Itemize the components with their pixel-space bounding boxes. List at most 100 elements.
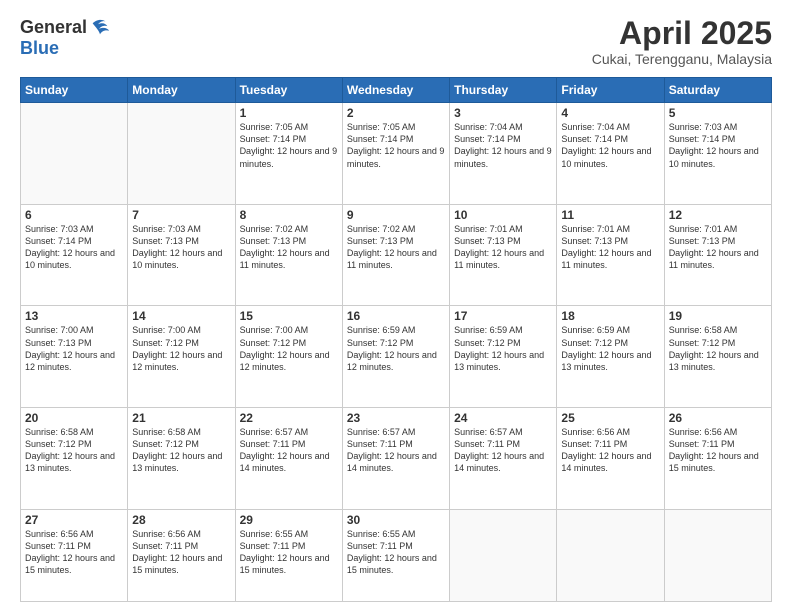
table-row: 27Sunrise: 6:56 AMSunset: 7:11 PMDayligh… [21, 509, 128, 601]
table-row: 28Sunrise: 6:56 AMSunset: 7:11 PMDayligh… [128, 509, 235, 601]
day-number: 10 [454, 208, 552, 222]
day-number: 28 [132, 513, 230, 527]
logo-general-text: General [20, 17, 87, 38]
day-info: Sunrise: 6:55 AMSunset: 7:11 PMDaylight:… [347, 528, 445, 577]
day-info: Sunrise: 6:58 AMSunset: 7:12 PMDaylight:… [25, 426, 123, 475]
table-row: 5Sunrise: 7:03 AMSunset: 7:14 PMDaylight… [664, 103, 771, 205]
day-info: Sunrise: 6:56 AMSunset: 7:11 PMDaylight:… [25, 528, 123, 577]
weekday-header-row: Sunday Monday Tuesday Wednesday Thursday… [21, 78, 772, 103]
day-info: Sunrise: 6:59 AMSunset: 7:12 PMDaylight:… [347, 324, 445, 373]
table-row: 25Sunrise: 6:56 AMSunset: 7:11 PMDayligh… [557, 408, 664, 510]
table-row: 21Sunrise: 6:58 AMSunset: 7:12 PMDayligh… [128, 408, 235, 510]
table-row [557, 509, 664, 601]
table-row: 1Sunrise: 7:05 AMSunset: 7:14 PMDaylight… [235, 103, 342, 205]
table-row: 10Sunrise: 7:01 AMSunset: 7:13 PMDayligh… [450, 204, 557, 306]
day-info: Sunrise: 6:58 AMSunset: 7:12 PMDaylight:… [132, 426, 230, 475]
table-row: 20Sunrise: 6:58 AMSunset: 7:12 PMDayligh… [21, 408, 128, 510]
header-saturday: Saturday [664, 78, 771, 103]
day-info: Sunrise: 6:56 AMSunset: 7:11 PMDaylight:… [132, 528, 230, 577]
day-number: 29 [240, 513, 338, 527]
table-row: 8Sunrise: 7:02 AMSunset: 7:13 PMDaylight… [235, 204, 342, 306]
day-number: 24 [454, 411, 552, 425]
day-info: Sunrise: 7:00 AMSunset: 7:12 PMDaylight:… [132, 324, 230, 373]
day-number: 19 [669, 309, 767, 323]
table-row: 13Sunrise: 7:00 AMSunset: 7:13 PMDayligh… [21, 306, 128, 408]
table-row: 15Sunrise: 7:00 AMSunset: 7:12 PMDayligh… [235, 306, 342, 408]
day-number: 4 [561, 106, 659, 120]
calendar: Sunday Monday Tuesday Wednesday Thursday… [20, 77, 772, 602]
table-row: 24Sunrise: 6:57 AMSunset: 7:11 PMDayligh… [450, 408, 557, 510]
table-row: 19Sunrise: 6:58 AMSunset: 7:12 PMDayligh… [664, 306, 771, 408]
day-info: Sunrise: 7:02 AMSunset: 7:13 PMDaylight:… [240, 223, 338, 272]
day-info: Sunrise: 7:05 AMSunset: 7:14 PMDaylight:… [347, 121, 445, 170]
table-row: 22Sunrise: 6:57 AMSunset: 7:11 PMDayligh… [235, 408, 342, 510]
table-row: 30Sunrise: 6:55 AMSunset: 7:11 PMDayligh… [342, 509, 449, 601]
table-row: 11Sunrise: 7:01 AMSunset: 7:13 PMDayligh… [557, 204, 664, 306]
table-row: 7Sunrise: 7:03 AMSunset: 7:13 PMDaylight… [128, 204, 235, 306]
calendar-week-row: 13Sunrise: 7:00 AMSunset: 7:13 PMDayligh… [21, 306, 772, 408]
day-info: Sunrise: 7:00 AMSunset: 7:13 PMDaylight:… [25, 324, 123, 373]
day-number: 3 [454, 106, 552, 120]
day-info: Sunrise: 6:58 AMSunset: 7:12 PMDaylight:… [669, 324, 767, 373]
day-number: 23 [347, 411, 445, 425]
table-row: 23Sunrise: 6:57 AMSunset: 7:11 PMDayligh… [342, 408, 449, 510]
day-number: 7 [132, 208, 230, 222]
table-row [450, 509, 557, 601]
table-row: 17Sunrise: 6:59 AMSunset: 7:12 PMDayligh… [450, 306, 557, 408]
header-tuesday: Tuesday [235, 78, 342, 103]
table-row: 2Sunrise: 7:05 AMSunset: 7:14 PMDaylight… [342, 103, 449, 205]
day-number: 11 [561, 208, 659, 222]
table-row: 14Sunrise: 7:00 AMSunset: 7:12 PMDayligh… [128, 306, 235, 408]
day-number: 25 [561, 411, 659, 425]
location: Cukai, Terengganu, Malaysia [592, 51, 772, 67]
table-row: 9Sunrise: 7:02 AMSunset: 7:13 PMDaylight… [342, 204, 449, 306]
calendar-week-row: 27Sunrise: 6:56 AMSunset: 7:11 PMDayligh… [21, 509, 772, 601]
day-info: Sunrise: 7:01 AMSunset: 7:13 PMDaylight:… [454, 223, 552, 272]
day-info: Sunrise: 6:57 AMSunset: 7:11 PMDaylight:… [347, 426, 445, 475]
day-number: 9 [347, 208, 445, 222]
day-info: Sunrise: 7:00 AMSunset: 7:12 PMDaylight:… [240, 324, 338, 373]
day-number: 1 [240, 106, 338, 120]
table-row: 16Sunrise: 6:59 AMSunset: 7:12 PMDayligh… [342, 306, 449, 408]
header-sunday: Sunday [21, 78, 128, 103]
day-number: 30 [347, 513, 445, 527]
day-info: Sunrise: 6:57 AMSunset: 7:11 PMDaylight:… [454, 426, 552, 475]
logo-blue-text: Blue [20, 38, 59, 59]
day-number: 16 [347, 309, 445, 323]
table-row: 26Sunrise: 6:56 AMSunset: 7:11 PMDayligh… [664, 408, 771, 510]
day-number: 15 [240, 309, 338, 323]
day-number: 14 [132, 309, 230, 323]
table-row: 3Sunrise: 7:04 AMSunset: 7:14 PMDaylight… [450, 103, 557, 205]
header: General Blue April 2025 Cukai, Terenggan… [20, 16, 772, 67]
day-info: Sunrise: 7:03 AMSunset: 7:14 PMDaylight:… [25, 223, 123, 272]
day-number: 8 [240, 208, 338, 222]
day-number: 18 [561, 309, 659, 323]
day-number: 5 [669, 106, 767, 120]
table-row: 12Sunrise: 7:01 AMSunset: 7:13 PMDayligh… [664, 204, 771, 306]
day-number: 12 [669, 208, 767, 222]
day-info: Sunrise: 6:59 AMSunset: 7:12 PMDaylight:… [454, 324, 552, 373]
day-info: Sunrise: 7:03 AMSunset: 7:14 PMDaylight:… [669, 121, 767, 170]
table-row: 6Sunrise: 7:03 AMSunset: 7:14 PMDaylight… [21, 204, 128, 306]
day-number: 2 [347, 106, 445, 120]
calendar-week-row: 6Sunrise: 7:03 AMSunset: 7:14 PMDaylight… [21, 204, 772, 306]
day-number: 6 [25, 208, 123, 222]
table-row [128, 103, 235, 205]
table-row: 18Sunrise: 6:59 AMSunset: 7:12 PMDayligh… [557, 306, 664, 408]
header-thursday: Thursday [450, 78, 557, 103]
page: General Blue April 2025 Cukai, Terenggan… [0, 0, 792, 612]
day-info: Sunrise: 6:57 AMSunset: 7:11 PMDaylight:… [240, 426, 338, 475]
day-number: 17 [454, 309, 552, 323]
day-info: Sunrise: 7:04 AMSunset: 7:14 PMDaylight:… [561, 121, 659, 170]
day-number: 20 [25, 411, 123, 425]
table-row: 4Sunrise: 7:04 AMSunset: 7:14 PMDaylight… [557, 103, 664, 205]
header-monday: Monday [128, 78, 235, 103]
month-title: April 2025 [592, 16, 772, 51]
day-number: 21 [132, 411, 230, 425]
table-row: 29Sunrise: 6:55 AMSunset: 7:11 PMDayligh… [235, 509, 342, 601]
day-info: Sunrise: 7:01 AMSunset: 7:13 PMDaylight:… [669, 223, 767, 272]
day-number: 27 [25, 513, 123, 527]
day-number: 26 [669, 411, 767, 425]
day-info: Sunrise: 6:59 AMSunset: 7:12 PMDaylight:… [561, 324, 659, 373]
calendar-week-row: 1 Sunrise: 7:05 AMSunset: 7:14 PMDaylight… [21, 103, 772, 205]
